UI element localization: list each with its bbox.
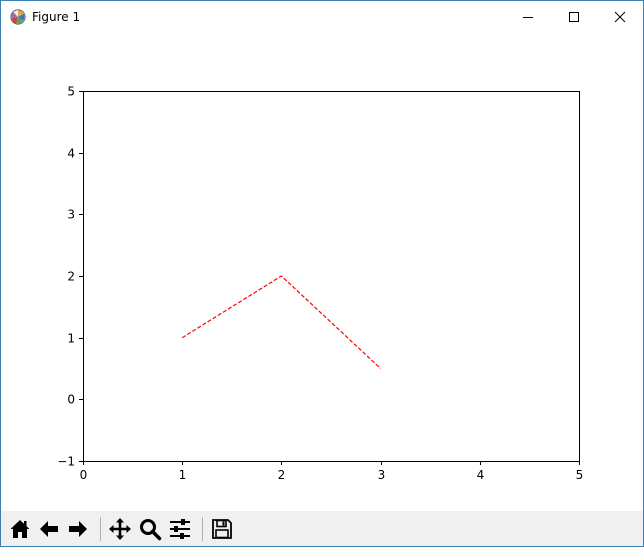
forward-button[interactable] [65, 516, 91, 542]
y-tick-label: 1 [67, 332, 75, 346]
x-tick-label: 0 [80, 468, 88, 482]
pan-icon [109, 518, 131, 540]
minimize-icon [523, 17, 533, 18]
navigation-toolbar [1, 511, 643, 546]
series-line [181, 275, 382, 369]
y-tick-label: 5 [67, 85, 75, 99]
x-tick-label: 5 [576, 468, 584, 482]
toolbar-separator [202, 517, 203, 541]
forward-arrow-icon [69, 521, 87, 537]
y-tick-label: 3 [67, 208, 75, 222]
figure-window: Figure 1 0 1 2 3 4 5 −1 0 1 2 3 4 5 [0, 0, 644, 547]
figure-canvas[interactable]: 0 1 2 3 4 5 −1 0 1 2 3 4 5 [1, 33, 643, 511]
y-tick-label: 0 [67, 393, 75, 407]
plot-svg[interactable]: 0 1 2 3 4 5 −1 0 1 2 3 4 5 [1, 33, 643, 511]
matplotlib-logo-icon [10, 9, 26, 25]
x-tick-label: 3 [378, 468, 386, 482]
window-title: Figure 1 [32, 10, 81, 24]
save-button[interactable] [209, 516, 235, 542]
pan-button[interactable] [107, 516, 133, 542]
zoom-icon [140, 519, 162, 541]
maximize-button[interactable] [551, 1, 597, 33]
zoom-button[interactable] [137, 516, 163, 542]
toolbar-separator [100, 517, 101, 541]
y-tick-label: 2 [67, 270, 75, 284]
home-button[interactable] [7, 516, 33, 542]
home-icon [10, 520, 30, 538]
y-tick-label: 4 [67, 147, 75, 161]
axes-frame [83, 91, 580, 462]
save-icon [212, 519, 232, 539]
close-button[interactable] [597, 1, 643, 33]
maximize-icon [569, 12, 579, 22]
y-tick-label: −1 [57, 455, 75, 469]
back-arrow-icon [40, 521, 58, 537]
back-button[interactable] [36, 516, 62, 542]
title-bar[interactable]: Figure 1 [1, 1, 643, 33]
x-tick-label: 1 [179, 468, 187, 482]
x-tick-label: 2 [278, 468, 286, 482]
close-icon [614, 11, 626, 23]
configure-subplots-button[interactable] [167, 516, 193, 542]
minimize-button[interactable] [505, 1, 551, 33]
x-tick-label: 4 [477, 468, 485, 482]
configure-subplots-icon [170, 519, 190, 539]
